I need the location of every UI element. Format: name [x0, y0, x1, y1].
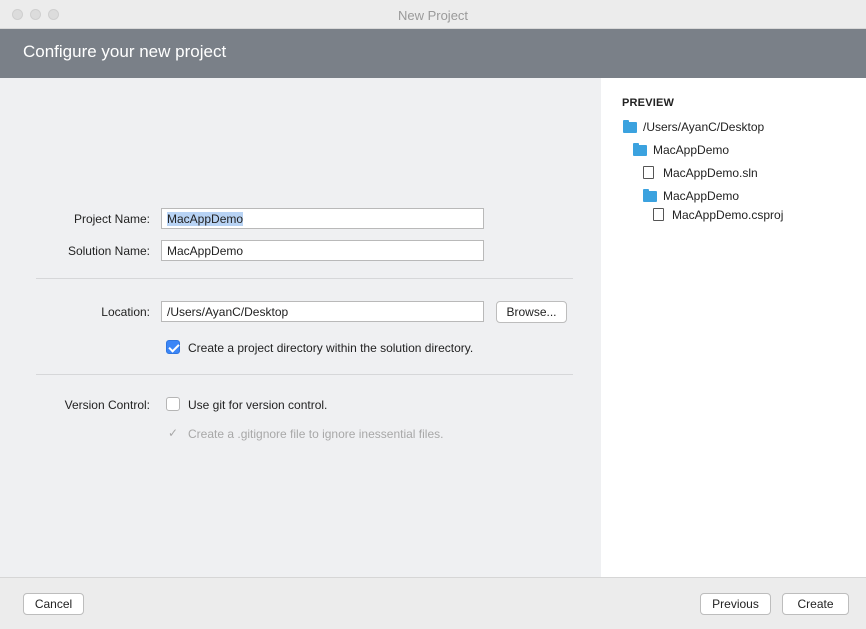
create-directory-checkbox[interactable]: [166, 340, 180, 354]
folder-icon: [643, 189, 657, 202]
folder-icon: [633, 143, 647, 156]
location-input[interactable]: /Users/AyanC/Desktop: [161, 301, 484, 322]
solution-name-input[interactable]: MacAppDemo: [161, 240, 484, 261]
version-control-label: Version Control:: [64, 398, 150, 412]
gitignore-label: Create a .gitignore file to ignore iness…: [188, 427, 444, 441]
browse-button[interactable]: Browse...: [496, 301, 567, 323]
tree-item: MacAppDemo: [663, 189, 740, 203]
tree-item: MacAppDemo.sln: [663, 166, 758, 180]
project-name-input[interactable]: MacAppDemo: [161, 208, 484, 229]
footer-bar: Cancel Previous Create: [0, 577, 866, 629]
gitignore-checkbox[interactable]: ✓: [168, 426, 178, 440]
file-icon: [643, 166, 654, 179]
create-directory-label: Create a project directory within the so…: [188, 341, 474, 355]
tree-item: /Users/AyanC/Desktop: [643, 120, 765, 134]
page-header: Configure your new project: [0, 29, 866, 78]
divider: [36, 278, 573, 279]
folder-icon: [623, 120, 637, 133]
preview-title: PREVIEW: [622, 97, 675, 109]
use-git-checkbox[interactable]: [166, 397, 180, 411]
previous-button[interactable]: Previous: [700, 593, 771, 615]
file-icon: [653, 208, 664, 221]
tree-item: MacAppDemo: [653, 143, 730, 157]
solution-name-label: Solution Name:: [67, 244, 150, 258]
page-title: Configure your new project: [23, 42, 227, 61]
cancel-button[interactable]: Cancel: [23, 593, 84, 615]
tree-item: MacAppDemo.csproj: [672, 208, 784, 222]
location-label: Location:: [101, 305, 150, 319]
title-bar: New Project: [0, 0, 866, 29]
divider: [36, 374, 573, 375]
window-title: New Project: [397, 8, 469, 23]
project-name-label: Project Name:: [73, 212, 150, 226]
use-git-label: Use git for version control.: [188, 398, 328, 412]
create-button[interactable]: Create: [782, 593, 849, 615]
project-name-value: MacAppDemo: [167, 212, 244, 226]
form-pane: [0, 78, 601, 577]
